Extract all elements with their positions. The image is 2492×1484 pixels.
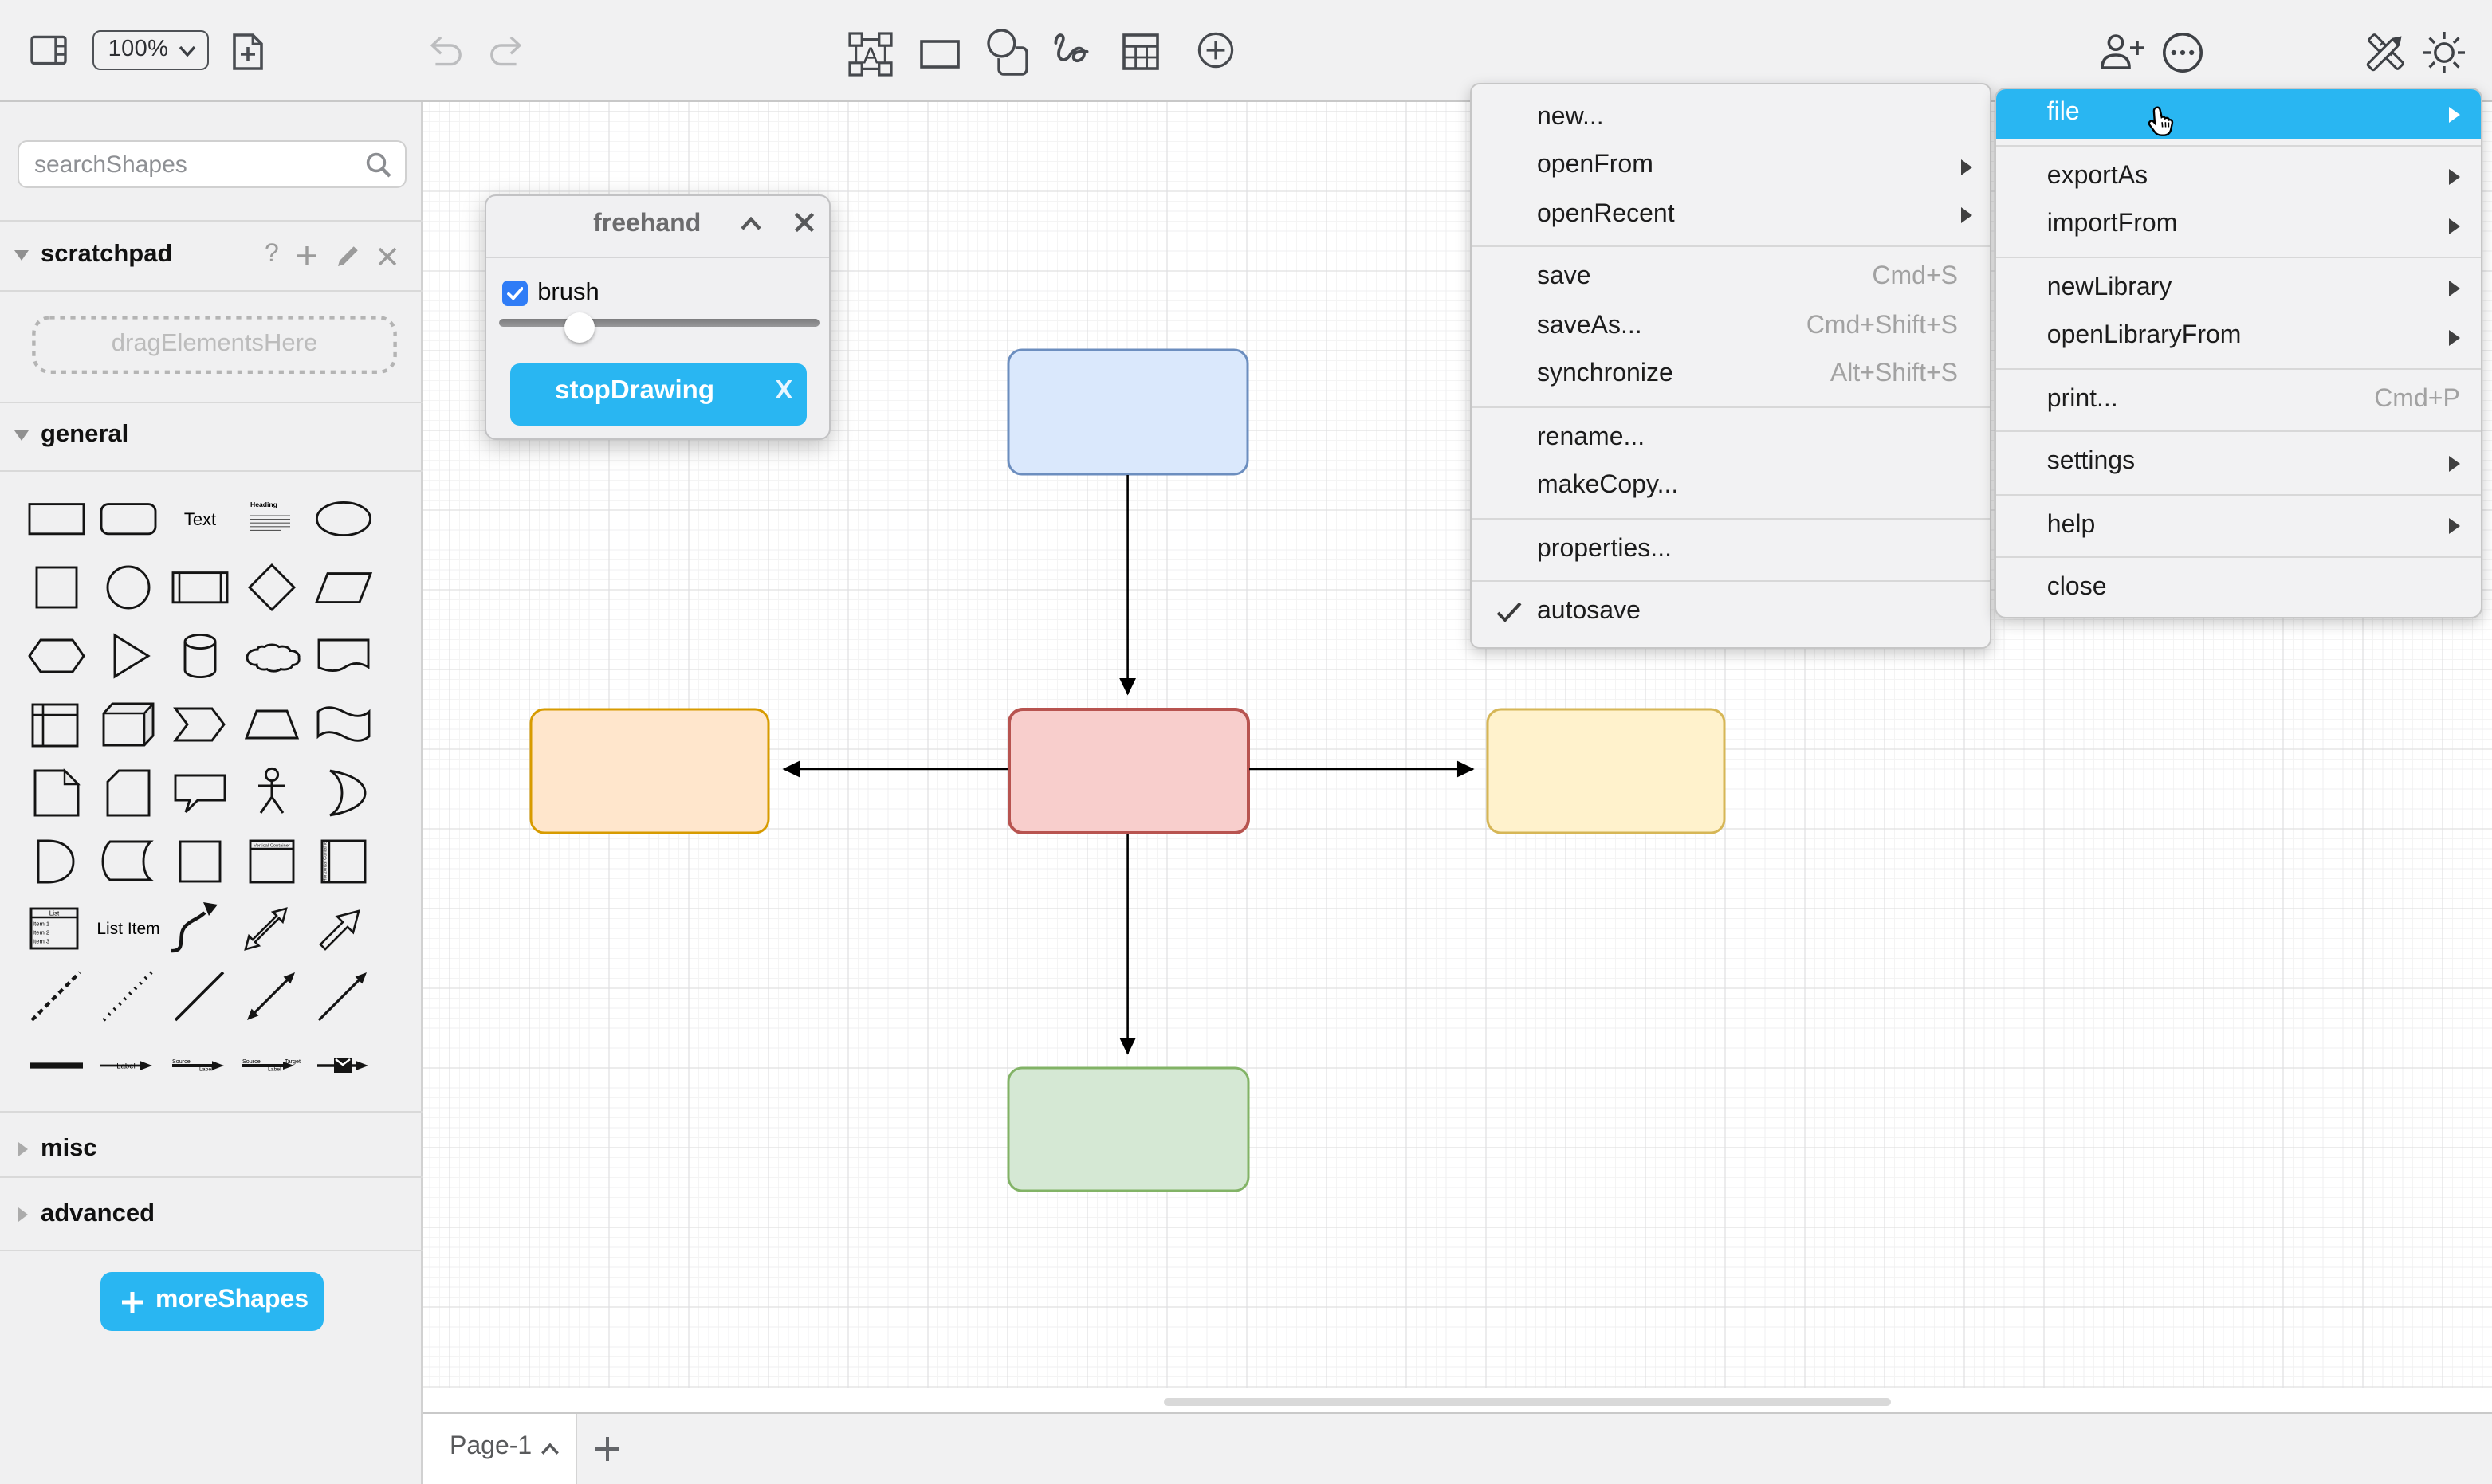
svg-text:Horizontal Container: Horizontal Container xyxy=(324,839,328,881)
svg-text:Text: Text xyxy=(184,509,216,529)
svg-text:Item 3: Item 3 xyxy=(33,938,49,945)
svg-text:Label: Label xyxy=(199,1067,213,1073)
svg-text:Label: Label xyxy=(269,1067,282,1073)
svg-text:Item 2: Item 2 xyxy=(33,929,49,936)
svg-text:List: List xyxy=(49,910,60,917)
svg-text:List Item: List Item xyxy=(97,921,160,939)
svg-text:Heading: Heading xyxy=(251,501,278,508)
svg-text:Source: Source xyxy=(172,1058,191,1065)
svg-text:A: A xyxy=(862,43,878,69)
svg-text:Item 1: Item 1 xyxy=(33,921,49,928)
svg-text:Label: Label xyxy=(116,1062,135,1071)
svg-text:Vertical Container: Vertical Container xyxy=(254,843,291,848)
svg-text:Source: Source xyxy=(243,1058,261,1065)
